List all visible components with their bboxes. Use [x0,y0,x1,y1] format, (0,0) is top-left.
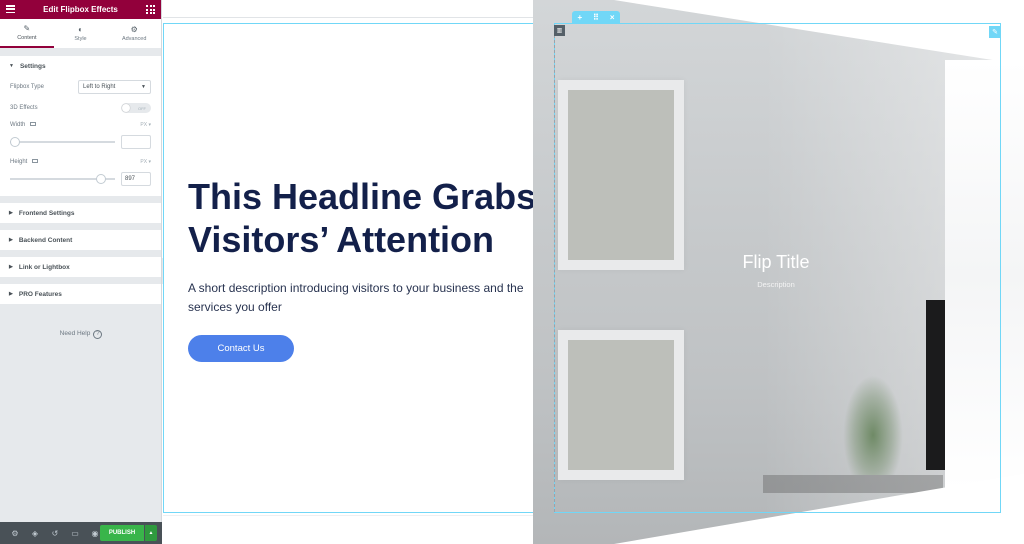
section-backend-content[interactable]: ▶ Backend Content [0,230,161,250]
toggle-knob [122,104,130,112]
section-frontend-settings[interactable]: ▶ Frontend Settings [0,203,161,223]
tab-content[interactable]: ✎ Content [0,19,54,48]
width-control-header: Width PX ▾ [0,118,161,132]
height-input[interactable]: 897 [121,172,151,186]
settings-icon[interactable]: ⚙ [5,529,25,538]
settings-section-title: Settings [19,62,46,70]
height-slider-handle[interactable] [95,174,106,184]
section-label: Frontend Settings [18,209,75,217]
caret-right-icon: ▶ [9,264,13,270]
width-unit: PX [140,122,148,128]
3d-effects-label: 3D Effects [10,105,38,111]
desktop-monitor-icon[interactable] [30,122,37,127]
3d-effects-toggle[interactable]: OFF [121,103,151,113]
hero-description[interactable]: A short description introducing visitors… [188,279,543,316]
column-handle-icon[interactable]: ▥ [554,25,565,36]
widgets-grid-icon[interactable] [146,5,155,14]
height-unit: PX [140,159,148,165]
help-question-icon: ? [93,330,103,339]
height-control-header: Height PX ▾ [0,154,161,170]
settings-section-header[interactable]: ▼ Settings [0,56,161,76]
tab-advanced-label: Advanced [121,35,147,42]
caret-right-icon: ▶ [9,291,13,297]
responsive-icon[interactable]: ▭ [65,529,85,538]
section-label: PRO Features [18,290,62,298]
sidebar-footer: ⚙ ◈ ↺ ▭ ◉ PUBLISH ▲ [0,522,162,544]
preview-canvas: This Headline Grabs Visitors’ Attention … [163,0,1024,544]
toggle-state-text: OFF [138,106,146,111]
need-help-label: Need Help [59,330,91,337]
caret-down-icon: ▼ [9,63,14,69]
section-toolbar: + ⠿ × [572,11,620,23]
width-label-wrap: Width [10,122,37,128]
sidebar-header: Edit Flipbox Effects [0,0,161,19]
height-slider[interactable] [10,174,115,184]
caret-right-icon: ▶ [9,237,13,243]
tab-style-label: Style [74,35,87,42]
flipbox-type-select[interactable]: Left to Right ▼ [78,80,151,94]
3d-effects-control: 3D Effects OFF [0,98,161,118]
section-pro-features[interactable]: ▶ PRO Features [0,284,161,304]
close-section-icon[interactable]: × [610,13,615,22]
column-outline [554,23,1001,513]
layers-icon[interactable]: ◈ [25,529,45,538]
flipbox-type-value: Left to Right [83,84,116,90]
width-slider-handle[interactable] [10,137,20,147]
flipbox-type-label: Flipbox Type [10,84,44,90]
need-help-link[interactable]: Need Help? [0,330,162,339]
width-slider-row [0,132,161,152]
width-slider[interactable] [10,137,115,147]
height-label: Height [10,159,28,165]
caret-right-icon: ▶ [9,210,13,216]
width-label: Width [10,122,26,128]
tab-content-label: Content [17,34,37,41]
width-unit-selector[interactable]: PX ▾ [140,122,151,128]
width-input[interactable] [121,135,151,149]
tab-style[interactable]: ◐ Style [54,19,108,48]
hamburger-menu-icon[interactable] [6,5,15,13]
hero-headline[interactable]: This Headline Grabs Visitors’ Attention [188,175,543,261]
section-label: Link or Lightbox [18,263,70,271]
height-slider-row: 897 [0,170,161,188]
history-icon[interactable]: ↺ [45,529,65,538]
publish-button[interactable]: PUBLISH [100,525,144,541]
settings-section: ▼ Settings Flipbox Type Left to Right ▼ … [0,56,161,196]
gear-icon: ⚙ [130,24,138,34]
column-divider [554,30,555,512]
panel-tabs: ✎ Content ◐ Style ⚙ Advanced [0,19,161,49]
height-label-wrap: Height [10,159,39,165]
chevron-down-icon: ▼ [141,84,146,90]
drag-handle-icon[interactable]: ⠿ [593,13,599,22]
contact-us-button[interactable]: Contact Us [188,335,294,362]
tab-advanced[interactable]: ⚙ Advanced [107,19,161,48]
editor-sidebar: Edit Flipbox Effects ✎ Content ◐ Style ⚙… [0,0,162,544]
edit-widget-pencil-icon[interactable]: ✎ [989,26,1001,38]
section-label: Backend Content [18,236,73,244]
desktop-monitor-icon[interactable] [32,159,39,164]
sidebar-title: Edit Flipbox Effects [43,5,118,14]
pencil-icon: ✎ [23,23,31,33]
flipbox-type-control: Flipbox Type Left to Right ▼ [0,76,161,98]
publish-options-caret-icon[interactable]: ▲ [145,525,157,541]
height-unit-selector[interactable]: PX ▾ [140,159,151,165]
contrast-icon: ◐ [78,24,83,34]
add-section-icon[interactable]: + [577,13,582,22]
section-link-or-lightbox[interactable]: ▶ Link or Lightbox [0,257,161,277]
